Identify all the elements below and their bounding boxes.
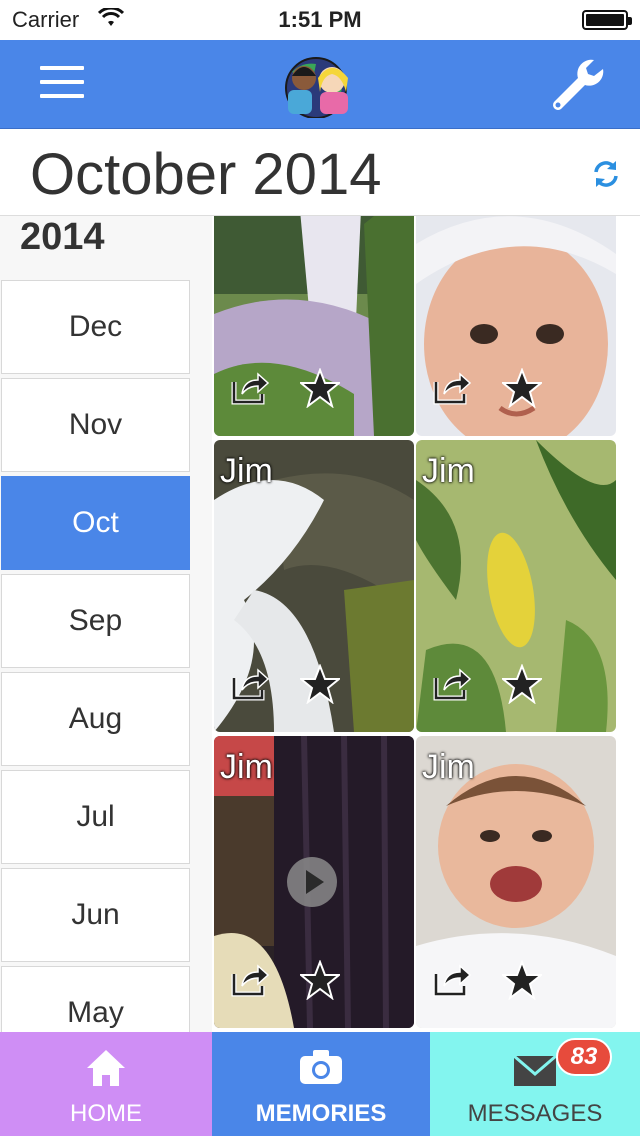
photo-author: Jim xyxy=(422,748,475,786)
month-item-aug[interactable]: Aug xyxy=(1,672,190,766)
month-item-sep[interactable]: Sep xyxy=(1,574,190,668)
tab-home[interactable]: HOME xyxy=(0,1032,212,1136)
star-icon[interactable] xyxy=(300,960,340,1000)
video-tile[interactable]: Jim xyxy=(214,736,414,1028)
wrench-icon[interactable] xyxy=(548,54,608,114)
star-icon[interactable] xyxy=(300,368,340,408)
year-heading: 2014 xyxy=(20,216,105,258)
share-icon[interactable] xyxy=(432,666,472,702)
camera-icon xyxy=(300,1050,342,1084)
share-icon[interactable] xyxy=(432,962,472,998)
star-icon[interactable] xyxy=(502,960,542,1000)
tab-bar: HOME MEMORIES MESSAGES xyxy=(0,1032,640,1136)
status-bar: Carrier 1:51 PM xyxy=(0,0,640,40)
photo-grid: Jim Jim Jim Jim xyxy=(212,216,640,1032)
month-sidebar: 2014 Dec Nov Oct Sep Aug Jul Jun May xyxy=(0,216,212,1032)
share-icon[interactable] xyxy=(230,666,270,702)
play-icon[interactable] xyxy=(286,856,338,908)
home-icon xyxy=(87,1050,125,1086)
month-item-jun[interactable]: Jun xyxy=(1,868,190,962)
nav-bar xyxy=(0,40,640,129)
share-icon[interactable] xyxy=(230,370,270,406)
photo-author: Jim xyxy=(220,748,273,786)
photo-tile[interactable]: Jim xyxy=(416,440,616,732)
photo-tile[interactable] xyxy=(214,216,414,436)
tab-messages-label: MESSAGES xyxy=(467,1100,603,1127)
share-icon[interactable] xyxy=(432,370,472,406)
photo-tile[interactable]: Jim xyxy=(214,440,414,732)
tab-memories[interactable]: MEMORIES xyxy=(212,1032,430,1136)
month-item-dec[interactable]: Dec xyxy=(1,280,190,374)
page-title: October 2014 xyxy=(30,142,382,207)
hamburger-icon[interactable] xyxy=(40,66,84,102)
month-item-jul[interactable]: Jul xyxy=(1,770,190,864)
title-bar: October 2014 xyxy=(0,129,640,216)
month-item-nov[interactable]: Nov xyxy=(1,378,190,472)
share-icon[interactable] xyxy=(230,962,270,998)
battery-icon xyxy=(582,10,632,30)
photo-author: Jim xyxy=(220,452,273,490)
star-icon[interactable] xyxy=(300,664,340,704)
envelope-icon xyxy=(513,1054,557,1086)
tab-home-label: HOME xyxy=(70,1100,142,1127)
star-icon[interactable] xyxy=(502,664,542,704)
month-item-oct[interactable]: Oct xyxy=(1,476,190,570)
month-item-may[interactable]: May xyxy=(1,966,190,1032)
refresh-icon[interactable] xyxy=(590,158,622,190)
messages-badge: 83 xyxy=(556,1038,612,1076)
kids-logo xyxy=(285,57,348,118)
star-icon[interactable] xyxy=(502,368,542,408)
photo-tile[interactable]: Jim xyxy=(416,736,616,1028)
clock: 1:51 PM xyxy=(278,7,362,32)
photo-author: Jim xyxy=(422,452,475,490)
photo-tile[interactable] xyxy=(416,216,616,436)
tab-memories-label: MEMORIES xyxy=(255,1100,387,1127)
